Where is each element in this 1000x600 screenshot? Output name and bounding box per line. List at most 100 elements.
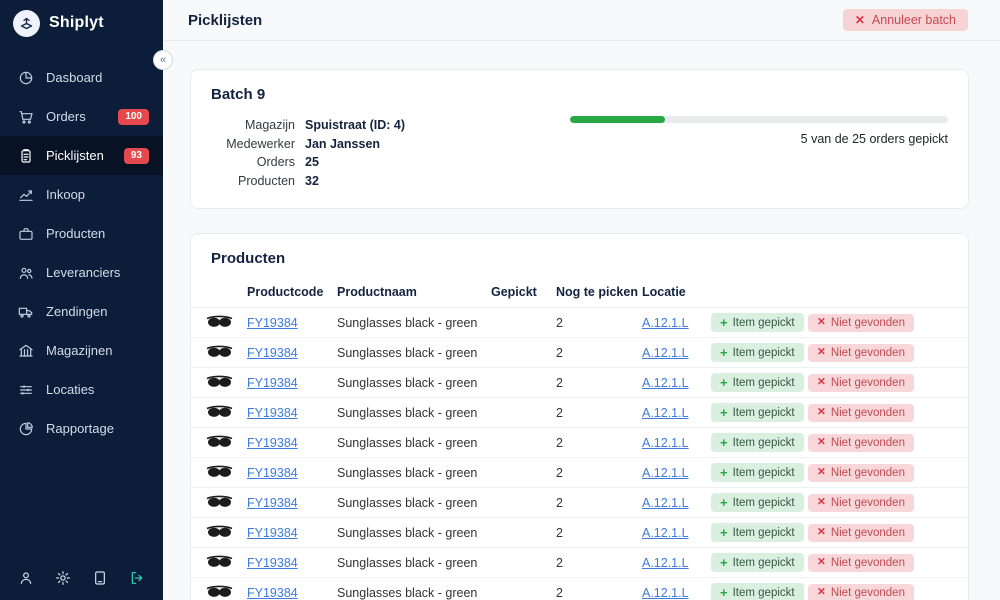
sidebar-item-orders[interactable]: Orders 100 [0, 97, 163, 136]
sidebar-item-inkoop[interactable]: Inkoop [0, 175, 163, 214]
item-picked-button[interactable]: +Item gepickt [711, 463, 804, 482]
sidebar-collapse-button[interactable]: « [153, 50, 173, 70]
logout-icon[interactable] [127, 568, 147, 588]
remaining-count: 2 [556, 406, 642, 420]
field-label: Medewerker [211, 135, 295, 154]
col-nog-te-picken: Nog te picken [556, 285, 642, 307]
remaining-count: 2 [556, 466, 642, 480]
not-found-button[interactable]: ✕Niet gevonden [808, 374, 914, 392]
sidebar-item-locaties[interactable]: Locaties [0, 370, 163, 409]
field-value: 25 [305, 153, 319, 172]
batch-title: Batch 9 [211, 86, 405, 103]
location-link[interactable]: A.12.1.L [642, 316, 689, 330]
item-picked-button[interactable]: +Item gepickt [711, 343, 804, 362]
product-code-link[interactable]: FY19384 [247, 316, 298, 330]
sidebar-item-picklijsten[interactable]: Picklijsten 93 [0, 136, 163, 175]
field-value: Jan Janssen [305, 135, 380, 154]
item-picked-button[interactable]: +Item gepickt [711, 313, 804, 332]
field-value: 32 [305, 172, 319, 191]
product-name: Sunglasses black - green [337, 346, 491, 360]
not-found-button[interactable]: ✕Niet gevonden [808, 344, 914, 362]
location-link[interactable]: A.12.1.L [642, 466, 689, 480]
location-link[interactable]: A.12.1.L [642, 556, 689, 570]
location-link[interactable]: A.12.1.L [642, 346, 689, 360]
sidebar-item-rapportage[interactable]: Rapportage [0, 409, 163, 448]
sidebar-item-zendingen[interactable]: Zendingen [0, 292, 163, 331]
app-logo: Shiplyt [0, 0, 163, 46]
not-found-button[interactable]: ✕Niet gevonden [808, 494, 914, 512]
cancel-batch-button[interactable]: ✕ Annuleer batch [843, 9, 968, 31]
products-card: Producten Productcode Productnaam Gepick… [190, 233, 969, 600]
not-found-button[interactable]: ✕Niet gevonden [808, 314, 914, 332]
sidebar-item-dasboard[interactable]: Dasboard [0, 58, 163, 97]
location-link[interactable]: A.12.1.L [642, 376, 689, 390]
item-picked-button[interactable]: +Item gepickt [711, 403, 804, 422]
item-picked-button[interactable]: +Item gepickt [711, 493, 804, 512]
shipments-truck-icon [18, 304, 34, 320]
product-code-link[interactable]: FY19384 [247, 496, 298, 510]
content: Batch 9 Magazijn Spuistraat (ID: 4) Mede… [163, 41, 1000, 600]
field-label: Producten [211, 172, 295, 191]
sidebar-item-producten[interactable]: Producten [0, 214, 163, 253]
x-icon: ✕ [817, 377, 826, 388]
product-thumbnail-sunglasses [206, 315, 247, 331]
location-link[interactable]: A.12.1.L [642, 526, 689, 540]
batch-info: Batch 9 Magazijn Spuistraat (ID: 4) Mede… [211, 86, 405, 190]
plus-icon: + [720, 496, 728, 509]
field-value: Spuistraat (ID: 4) [305, 116, 405, 135]
user-icon[interactable] [16, 568, 36, 588]
item-picked-button[interactable]: +Item gepickt [711, 373, 804, 392]
device-icon[interactable] [90, 568, 110, 588]
col-productnaam: Productnaam [337, 285, 491, 307]
product-thumbnail-sunglasses [206, 375, 247, 391]
location-link[interactable]: A.12.1.L [642, 586, 689, 600]
product-name: Sunglasses black - green [337, 496, 491, 510]
field-label: Magazijn [211, 116, 295, 135]
x-icon: ✕ [817, 317, 826, 328]
location-link[interactable]: A.12.1.L [642, 436, 689, 450]
not-found-button[interactable]: ✕Niet gevonden [808, 584, 914, 600]
product-code-link[interactable]: FY19384 [247, 466, 298, 480]
product-code-link[interactable]: FY19384 [247, 556, 298, 570]
product-row: FY19384 Sunglasses black - green 2 A.12.… [191, 397, 968, 427]
remaining-count: 2 [556, 526, 642, 540]
product-code-link[interactable]: FY19384 [247, 376, 298, 390]
sidebar-item-magazijnen[interactable]: Magazijnen [0, 331, 163, 370]
not-found-button[interactable]: ✕Niet gevonden [808, 404, 914, 422]
item-picked-button[interactable]: +Item gepickt [711, 523, 804, 542]
product-row: FY19384 Sunglasses black - green 2 A.12.… [191, 517, 968, 547]
product-name: Sunglasses black - green [337, 466, 491, 480]
plus-icon: + [720, 436, 728, 449]
location-link[interactable]: A.12.1.L [642, 496, 689, 510]
not-found-button[interactable]: ✕Niet gevonden [808, 434, 914, 452]
locations-list-icon [18, 382, 34, 398]
sidebar-item-leveranciers[interactable]: Leveranciers [0, 253, 163, 292]
item-picked-button[interactable]: +Item gepickt [711, 433, 804, 452]
product-name: Sunglasses black - green [337, 526, 491, 540]
not-found-button[interactable]: ✕Niet gevonden [808, 524, 914, 542]
col-productcode: Productcode [247, 285, 337, 307]
product-code-link[interactable]: FY19384 [247, 526, 298, 540]
product-name: Sunglasses black - green [337, 436, 491, 450]
main-area: Picklijsten ✕ Annuleer batch Batch 9 Mag… [163, 0, 1000, 600]
product-row: FY19384 Sunglasses black - green 2 A.12.… [191, 577, 968, 600]
not-found-button[interactable]: ✕Niet gevonden [808, 554, 914, 572]
progress-bar [570, 116, 948, 123]
item-picked-button[interactable]: +Item gepickt [711, 553, 804, 572]
product-thumbnail-sunglasses [206, 555, 247, 571]
item-picked-button[interactable]: +Item gepickt [711, 583, 804, 600]
x-icon: ✕ [817, 557, 826, 568]
location-link[interactable]: A.12.1.L [642, 406, 689, 420]
product-code-link[interactable]: FY19384 [247, 406, 298, 420]
batch-field: Magazijn Spuistraat (ID: 4) [211, 116, 405, 135]
batch-field: Medewerker Jan Janssen [211, 135, 405, 154]
settings-gear-icon[interactable] [53, 568, 73, 588]
products-table-body: FY19384 Sunglasses black - green 2 A.12.… [191, 307, 968, 600]
not-found-button[interactable]: ✕Niet gevonden [808, 464, 914, 482]
product-thumbnail-sunglasses [206, 405, 247, 421]
product-thumbnail-sunglasses [206, 585, 247, 600]
product-code-link[interactable]: FY19384 [247, 436, 298, 450]
product-code-link[interactable]: FY19384 [247, 346, 298, 360]
remaining-count: 2 [556, 316, 642, 330]
product-code-link[interactable]: FY19384 [247, 586, 298, 600]
